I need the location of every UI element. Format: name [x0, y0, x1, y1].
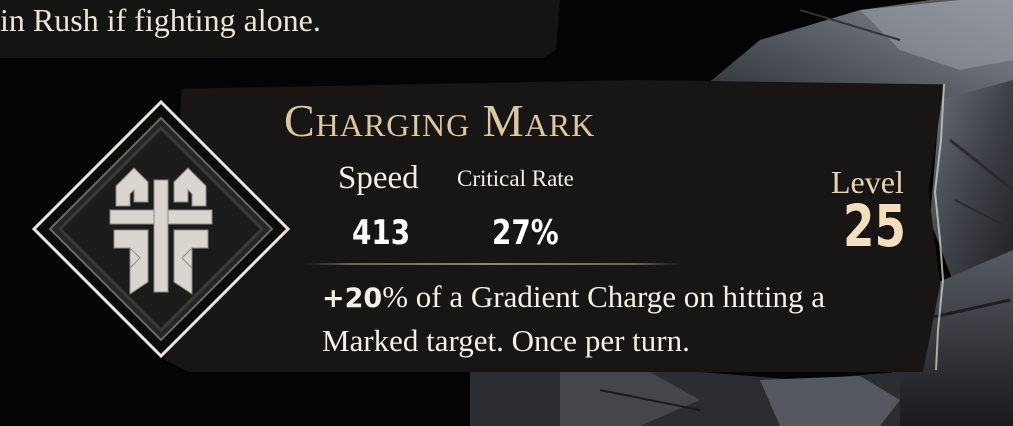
stats-divider [306, 263, 680, 265]
critical-rate-value: 27% [492, 213, 559, 253]
bonus-value: 20 [344, 283, 383, 314]
game-screen: in Rush if fighting alone. Charging Mark… [0, 0, 1013, 426]
speed-value: 413 [352, 213, 411, 253]
skill-description: +20% of a Gradient Charge on hitting a Ma… [322, 276, 942, 362]
bonus-sign: + [322, 283, 345, 314]
speed-label: Speed [338, 160, 419, 196]
critical-rate-label: Critical Rate [457, 166, 574, 191]
charging-mark-emblem-icon [31, 99, 291, 359]
skill-title: Charging Mark [284, 95, 596, 146]
level-value: 25 [843, 192, 906, 260]
description-line2: Marked target. Once per turn. [322, 323, 690, 358]
description-line1-rest: % of a Gradient Charge on hitting a [382, 279, 825, 314]
previous-tooltip-text: in Rush if fighting alone. [0, 2, 321, 38]
